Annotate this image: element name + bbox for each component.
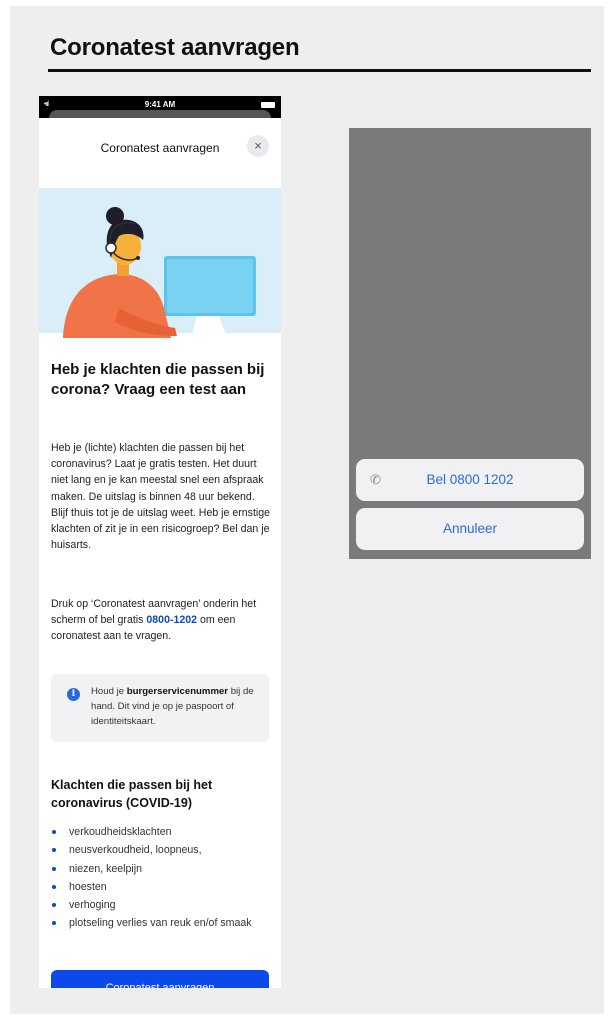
info-text-bold: burgerservicenummer: [126, 686, 229, 697]
modal-sheet: Coronatest aanvragen × Heb je klachten d…: [39, 118, 281, 988]
status-time: 9:41 AM: [144, 100, 176, 109]
list-item: plotseling verlies van reuk en/of smaak: [51, 914, 273, 932]
cancel-button[interactable]: Annuleer: [356, 508, 584, 550]
list-item: niezen, keelpijn: [51, 860, 273, 878]
phone-number-link[interactable]: 0800-1202: [146, 614, 197, 626]
close-button[interactable]: ×: [247, 135, 269, 157]
list-item: verkoudheidsklachten: [51, 823, 273, 841]
info-text-prefix: Houd je: [91, 686, 127, 697]
intro-paragraph: Heb je (lichte) klachten die passen bij …: [51, 442, 271, 552]
list-item: verhoging: [51, 896, 273, 914]
callcenter-agent-illustration: [39, 188, 281, 338]
info-callout: i Houd je burgerservicenummer bij de han…: [51, 674, 269, 742]
phone-screen: •ııl 9:41 AM Coronatest aanvragen × Heb …: [39, 96, 281, 988]
section-heading: Heb je klachten die passen bij corona? V…: [51, 361, 265, 398]
title-divider: [48, 69, 591, 72]
call-button-label: Bel 0800 1202: [426, 472, 514, 487]
symptoms-heading: Klachten die passen bij het coronavirus …: [51, 778, 213, 810]
list-item: hoesten: [51, 878, 273, 896]
battery-icon: [261, 102, 275, 108]
page-title: Coronatest aanvragen: [50, 34, 300, 61]
symptoms-list: verkoudheidsklachten neusverkoudheid, lo…: [51, 823, 273, 933]
info-text: Houd je burgerservicenummer bij de hand.…: [91, 684, 261, 729]
action-sheet-panel: ✆ Bel 0800 1202 Annuleer: [349, 128, 591, 559]
phone-icon: ✆: [370, 472, 381, 487]
call-button[interactable]: ✆ Bel 0800 1202: [356, 459, 584, 501]
info-icon: i: [67, 688, 80, 701]
instruction-paragraph: Druk op ‘Coronatest aanvragen’ onderin h…: [51, 596, 273, 645]
list-item: neusverkoudheid, loopneus,: [51, 841, 273, 859]
request-test-button[interactable]: Coronatest aanvragen: [51, 970, 269, 988]
callcenter-illustration: [39, 188, 281, 338]
sheet-title: Coronatest aanvragen: [100, 141, 220, 155]
